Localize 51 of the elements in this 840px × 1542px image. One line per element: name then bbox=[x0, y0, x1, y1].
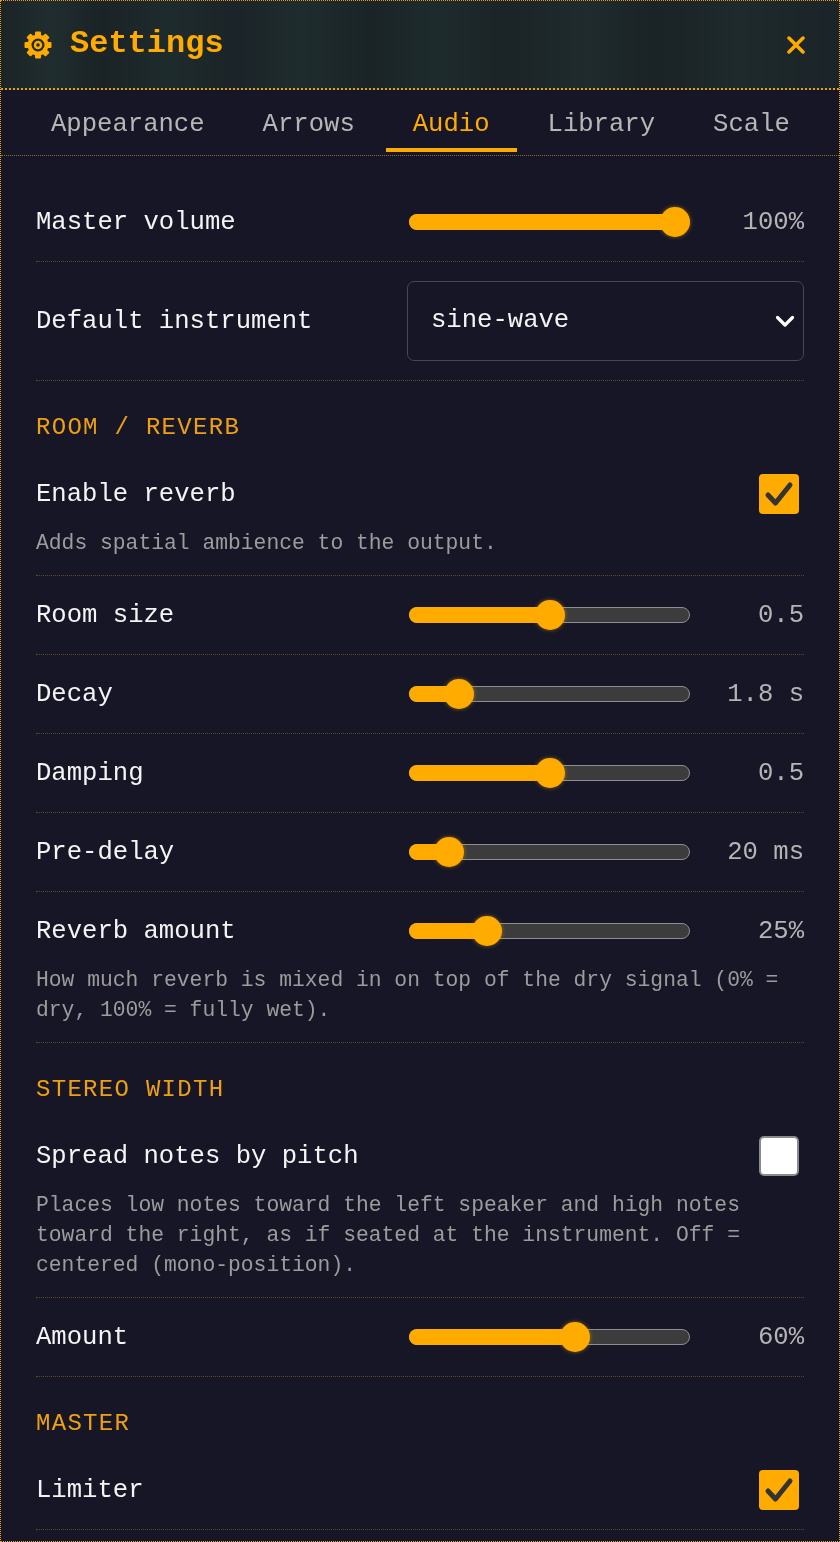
section-heading: ROOM / REVERB bbox=[36, 413, 242, 443]
setting-label: Master volume bbox=[36, 206, 237, 238]
slider-thumb[interactable] bbox=[471, 916, 502, 946]
instrument-select[interactable]: sine-wave bbox=[407, 281, 804, 361]
slider-track[interactable] bbox=[409, 1322, 690, 1352]
setting-label: Damping bbox=[36, 757, 145, 789]
close-icon[interactable] bbox=[787, 35, 805, 54]
slider-thumb[interactable] bbox=[660, 207, 690, 237]
setting-description: Places low notes toward the left speaker and high notes toward the right, as if seated at the instrument. Off = centered (mono-position). bbox=[36, 1192, 741, 1279]
value-reading: 25% bbox=[756, 915, 804, 947]
setting-description: How much reverb is mixed in on top of the dry signal (0% = dry, 100% = fully wet). bbox=[36, 967, 780, 1024]
settings-icon bbox=[24, 30, 52, 59]
slider-track[interactable] bbox=[409, 837, 690, 867]
setting-label: Default instrument bbox=[36, 305, 314, 337]
slider-track[interactable] bbox=[409, 916, 690, 946]
tab[interactable]: Scale bbox=[686, 90, 817, 152]
slider-track[interactable] bbox=[409, 600, 690, 630]
slider-track[interactable] bbox=[409, 758, 690, 788]
value-reading: 1.8 s bbox=[726, 678, 804, 710]
setting-description: Adds spatial ambience to the output. bbox=[36, 530, 498, 557]
setting-label: Room size bbox=[36, 599, 176, 631]
value-reading: 20 ms bbox=[726, 836, 804, 868]
tab[interactable]: Appearance bbox=[24, 90, 232, 152]
setting-label: Limiter bbox=[36, 1474, 145, 1506]
window-title: Settings bbox=[70, 25, 224, 64]
value-reading: 60% bbox=[756, 1321, 804, 1353]
value-reading: 100% bbox=[741, 206, 804, 238]
slider-thumb[interactable] bbox=[559, 1322, 590, 1352]
tab[interactable]: Arrows bbox=[235, 90, 382, 152]
value-reading: 0.5 bbox=[756, 757, 804, 789]
section-heading: STEREO WIDTH bbox=[36, 1075, 226, 1105]
setting-label: Amount bbox=[36, 1321, 130, 1353]
chevron-down-icon bbox=[775, 314, 795, 328]
slider-track[interactable] bbox=[409, 679, 690, 709]
setting-label: Enable reverb bbox=[36, 478, 237, 510]
setting-label: Reverb amount bbox=[36, 915, 237, 947]
value-reading: 0.5 bbox=[756, 599, 804, 631]
slider-thumb[interactable] bbox=[444, 679, 475, 709]
tab[interactable]: Library bbox=[520, 90, 683, 152]
checkbox[interactable] bbox=[759, 1470, 799, 1510]
setting-label: Spread notes by pitch bbox=[36, 1140, 360, 1172]
tab[interactable]: Audio bbox=[385, 90, 517, 152]
setting-label: Decay bbox=[36, 678, 114, 710]
checkbox[interactable] bbox=[759, 1136, 799, 1176]
setting-label: Pre-delay bbox=[36, 836, 176, 868]
section-heading: MASTER bbox=[36, 1409, 132, 1439]
checkbox[interactable] bbox=[759, 474, 799, 514]
slider-thumb[interactable] bbox=[434, 837, 465, 867]
slider-thumb[interactable] bbox=[534, 600, 565, 630]
slider-track[interactable] bbox=[409, 207, 690, 237]
slider-thumb[interactable] bbox=[534, 758, 565, 788]
